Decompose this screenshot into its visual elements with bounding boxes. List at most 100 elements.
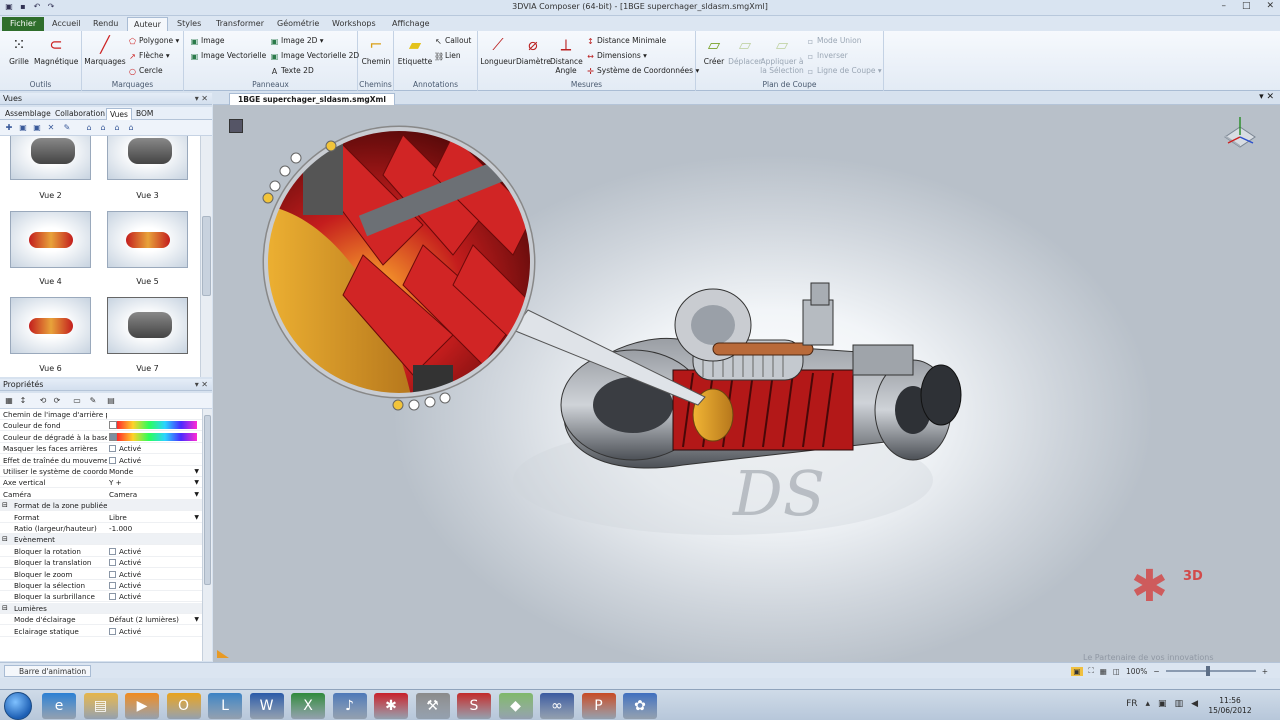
color-spectrum[interactable] bbox=[117, 432, 197, 441]
solidworks-icon[interactable]: S bbox=[457, 693, 491, 719]
property-row[interactable]: Bloquer le zoom Activé bbox=[0, 569, 202, 580]
tab-bom[interactable]: BOM bbox=[133, 108, 156, 120]
property-value[interactable]: Activé bbox=[109, 591, 201, 602]
powerpoint-icon[interactable]: P bbox=[581, 693, 616, 719]
camera-view-icon[interactable]: ⌂ bbox=[98, 123, 108, 133]
excel-icon[interactable]: X bbox=[291, 693, 325, 719]
property-value[interactable]: Libre ▼ bbox=[109, 512, 201, 523]
property-row[interactable]: Eclairage statique Activé bbox=[0, 626, 202, 637]
checkbox[interactable] bbox=[109, 593, 116, 601]
magnetique-button[interactable]: ⊂ Magnétique bbox=[34, 35, 78, 66]
view-thumbnail-selected[interactable] bbox=[107, 297, 188, 354]
cercle-button[interactable]: ○ Cercle bbox=[128, 66, 163, 76]
property-row[interactable]: Couleur de dégradé à la base bbox=[0, 432, 202, 443]
speaker-icon[interactable]: ◀ bbox=[1191, 699, 1198, 709]
marquages-button[interactable]: ╱ Marquages bbox=[84, 35, 126, 66]
composer-icon[interactable]: ◆ bbox=[498, 693, 533, 719]
zoom-slider[interactable] bbox=[1165, 666, 1256, 676]
dropdown-arrow-icon[interactable]: ▼ bbox=[194, 466, 199, 477]
tab-rendu[interactable]: Rendu bbox=[87, 17, 124, 31]
property-row[interactable]: Utiliser le système de coordon...Monde ▼ bbox=[0, 466, 202, 477]
lien-button[interactable]: ⛓Lien bbox=[434, 51, 461, 61]
property-row[interactable]: Bloquer la rotation Activé bbox=[0, 546, 202, 557]
outlook-icon[interactable]: O bbox=[166, 693, 201, 719]
property-value[interactable]: Activé bbox=[109, 626, 201, 637]
language-indicator[interactable]: FR bbox=[1126, 699, 1137, 709]
checkbox[interactable] bbox=[109, 547, 116, 555]
distance-minimale-button[interactable]: ↕ Distance Minimale bbox=[586, 36, 666, 46]
close-document-icon[interactable]: ▾ ✕ bbox=[1259, 92, 1274, 102]
delete-view-icon[interactable]: ✕ bbox=[46, 123, 56, 133]
view-thumbnail[interactable] bbox=[10, 211, 91, 268]
property-value[interactable]: Monde ▼ bbox=[109, 466, 201, 477]
color-spectrum[interactable] bbox=[117, 421, 197, 430]
sort-alpha-icon[interactable]: ↕ bbox=[18, 396, 28, 406]
minimize-button[interactable]: – bbox=[1221, 1, 1226, 11]
select-mode-icon[interactable]: ▣ bbox=[1071, 666, 1083, 676]
property-row[interactable]: Format Libre ▼ bbox=[0, 512, 202, 523]
tab-workshops[interactable]: Workshops bbox=[326, 17, 382, 31]
property-row[interactable]: Mode d'éclairage Défaut (2 lumières) ▼ bbox=[0, 614, 202, 626]
itunes-icon[interactable]: ♪ bbox=[332, 693, 367, 719]
inverser-button[interactable]: ▫ Inverser bbox=[806, 51, 848, 61]
props-scrollbar[interactable] bbox=[202, 409, 212, 661]
checkbox[interactable] bbox=[109, 570, 116, 578]
paint-icon[interactable]: ✎ bbox=[62, 123, 72, 133]
checkbox[interactable] bbox=[109, 456, 116, 464]
property-row[interactable]: Bloquer la surbrillance Activé bbox=[0, 591, 202, 603]
grid-toggle-icon[interactable]: ▦ bbox=[1100, 667, 1107, 676]
property-value[interactable]: -1.000 bbox=[109, 523, 201, 534]
creer-button[interactable]: ▱ Créer bbox=[700, 35, 728, 66]
start-button[interactable] bbox=[4, 692, 32, 720]
image-2d-button[interactable]: ▣ Image 2D ▾ bbox=[270, 36, 324, 46]
tray-app-icon[interactable]: ▣ bbox=[1158, 699, 1167, 709]
tab-styles[interactable]: Styles bbox=[171, 17, 207, 31]
property-value[interactable]: Activé bbox=[109, 443, 201, 454]
close-button[interactable]: ✕ bbox=[1266, 1, 1274, 11]
color-swatch[interactable] bbox=[109, 421, 117, 430]
scroll-thumb[interactable] bbox=[204, 415, 211, 585]
link-icon[interactable]: ∞ bbox=[540, 693, 574, 719]
tab-auteur[interactable]: Auteur bbox=[127, 17, 168, 31]
property-value[interactable]: Activé bbox=[109, 455, 201, 466]
chemin-button[interactable]: ⌐ Chemin bbox=[360, 35, 392, 66]
mode-union-button[interactable]: ▫ Mode Union bbox=[806, 36, 862, 46]
distance-angle-button[interactable]: ⟂ Distance Angle bbox=[550, 35, 583, 75]
etiquette-button[interactable]: ▰ Etiquette bbox=[396, 35, 434, 66]
vues-scrollbar[interactable] bbox=[200, 136, 212, 377]
refresh-icon[interactable]: ⟲ bbox=[38, 396, 48, 406]
property-value[interactable]: Y + ▼ bbox=[109, 477, 201, 488]
property-category[interactable]: Lumières ⊟ bbox=[0, 602, 202, 614]
dropdown-arrow-icon[interactable]: ▼ bbox=[194, 614, 199, 625]
zoom-out-icon[interactable]: − bbox=[1153, 667, 1159, 676]
new-view-icon[interactable]: ✚ bbox=[4, 123, 14, 133]
ie-icon[interactable]: e bbox=[42, 693, 76, 719]
view-thumbnail[interactable] bbox=[107, 136, 188, 180]
texte-2d-button[interactable]: A Texte 2D bbox=[270, 66, 314, 76]
property-row[interactable]: Ratio (largeur/hauteur) -1.000 bbox=[0, 523, 202, 534]
ligne-coupe-button[interactable]: ▫ Ligne de Coupe ▾ bbox=[806, 66, 882, 76]
zoom-in-icon[interactable]: + bbox=[1262, 667, 1268, 676]
tab-vues[interactable]: Vues bbox=[106, 108, 132, 120]
property-category[interactable]: Format de la zone publiée ⊟ bbox=[0, 500, 202, 512]
view-thumbnail[interactable] bbox=[107, 211, 188, 268]
property-value[interactable]: Activé bbox=[109, 580, 201, 591]
dropdown-arrow-icon[interactable]: ▼ bbox=[194, 512, 199, 523]
collapse-icon[interactable]: ⊟ bbox=[2, 534, 8, 545]
checkbox[interactable] bbox=[109, 559, 116, 567]
collapse-icon[interactable]: ⊟ bbox=[2, 603, 8, 614]
edit-icon[interactable]: ✎ bbox=[88, 396, 98, 406]
view-thumbnail[interactable] bbox=[10, 136, 91, 180]
fleche-button[interactable]: ↗ Flèche ▾ bbox=[128, 51, 170, 61]
property-value[interactable] bbox=[109, 432, 201, 443]
grille-button[interactable]: ⁙ Grille bbox=[4, 35, 34, 66]
gear-icon[interactable]: ✿ bbox=[623, 693, 657, 719]
property-row[interactable]: Caméra Camera ▼ bbox=[0, 489, 202, 500]
tools-icon[interactable]: ⚒ bbox=[415, 693, 450, 719]
network-icon[interactable]: ▥ bbox=[1175, 699, 1184, 709]
properties-icon[interactable]: ▭ bbox=[72, 396, 82, 406]
deplacer-button[interactable]: ▱ Déplacer bbox=[728, 35, 762, 66]
property-value[interactable]: Défaut (2 lumières) ▼ bbox=[109, 614, 201, 625]
tab-geometrie[interactable]: Géométrie bbox=[271, 17, 325, 31]
dropdown-arrow-icon[interactable]: ▼ bbox=[194, 477, 199, 488]
